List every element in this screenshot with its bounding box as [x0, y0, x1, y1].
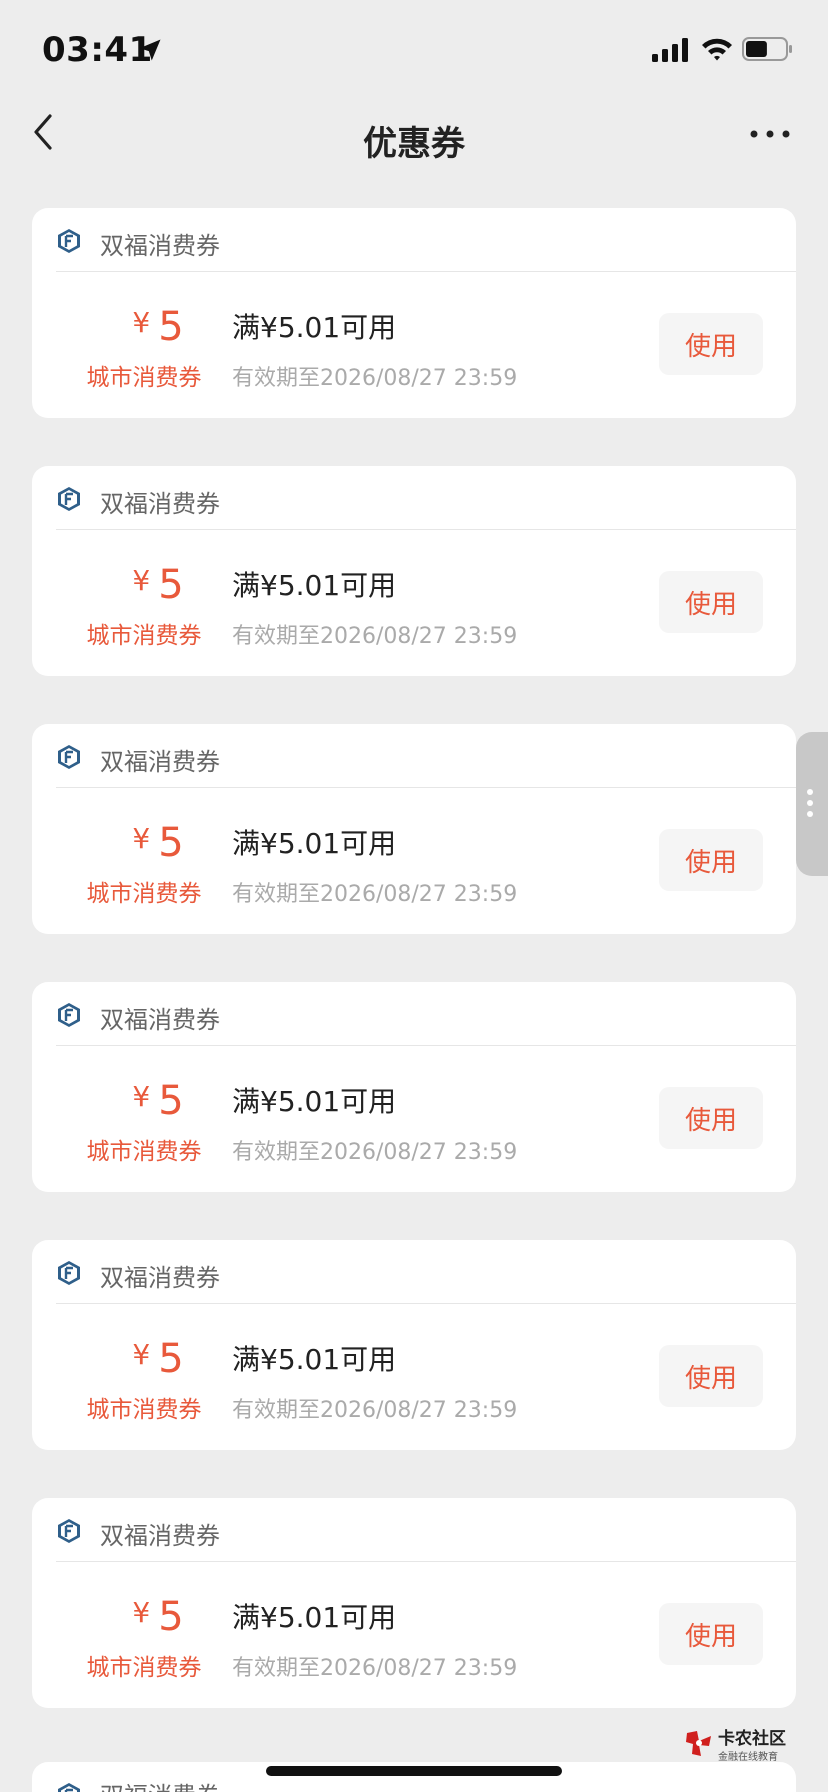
currency-symbol: ¥ — [132, 1596, 151, 1629]
coupon-condition: 满¥5.01可用 — [232, 569, 397, 602]
coupon-card: 双福消费券 ¥5 城市消费券 满¥5.01可用 有效期至2026/08/27 2… — [32, 982, 796, 1192]
brand-logo-icon — [58, 745, 80, 769]
page-title: 优惠券 — [363, 124, 465, 164]
brand-name: 双福消费券 — [100, 1522, 220, 1550]
home-indicator[interactable] — [266, 1766, 562, 1776]
use-coupon-button[interactable]: 使用 — [659, 1345, 763, 1407]
watermark-subtitle: 金融在线教育 — [718, 1752, 778, 1763]
battery-icon — [742, 37, 792, 61]
coupon-type: 城市消费券 — [86, 1397, 202, 1423]
coupon-header: 双福消费券 — [56, 208, 796, 272]
amount-value: 5 — [158, 562, 184, 608]
brand-logo-icon — [58, 1519, 80, 1543]
currency-symbol: ¥ — [132, 564, 151, 597]
cellular-signal-icon — [652, 38, 688, 62]
coupon-header: 双福消费券 — [56, 724, 796, 788]
use-coupon-button[interactable]: 使用 — [659, 1603, 763, 1665]
coupon-amount: ¥5 — [98, 820, 218, 866]
wifi-icon — [702, 38, 732, 61]
amount-value: 5 — [158, 1078, 184, 1124]
brand-logo-icon — [58, 229, 80, 253]
coupon-type: 城市消费券 — [86, 1655, 202, 1681]
currency-symbol: ¥ — [132, 1080, 151, 1113]
coupon-card: 双福消费券 ¥5 城市消费券 满¥5.01可用 有效期至2026/08/27 2… — [32, 1240, 796, 1450]
use-coupon-button[interactable]: 使用 — [659, 571, 763, 633]
coupon-type: 城市消费券 — [86, 365, 202, 391]
brand-logo-icon — [58, 1261, 80, 1285]
coupon-type: 城市消费券 — [86, 1139, 202, 1165]
amount-value: 5 — [158, 304, 184, 350]
currency-symbol: ¥ — [132, 822, 151, 855]
coupon-amount: ¥5 — [98, 562, 218, 608]
use-coupon-button[interactable]: 使用 — [659, 829, 763, 891]
coupon-header: 双福消费券 — [56, 982, 796, 1046]
coupon-header: 双福消费券 — [56, 1498, 796, 1562]
coupon-type: 城市消费券 — [86, 623, 202, 649]
brand-logo-icon — [58, 1783, 80, 1792]
coupon-expiry: 有效期至2026/08/27 23:59 — [232, 1140, 518, 1165]
brand-logo-icon — [58, 487, 80, 511]
watermark: 卡农社区 金融在线教育 — [684, 1724, 796, 1768]
amount-value: 5 — [158, 1336, 184, 1382]
coupon-condition: 满¥5.01可用 — [232, 827, 397, 860]
coupon-amount: ¥5 — [98, 1594, 218, 1640]
currency-symbol: ¥ — [132, 1338, 151, 1371]
coupon-card: 双福消费券 ¥5 城市消费券 满¥5.01可用 有效期至2026/08/27 2… — [32, 724, 796, 934]
amount-value: 5 — [158, 1594, 184, 1640]
coupon-condition: 满¥5.01可用 — [232, 1085, 397, 1118]
brand-name: 双福消费券 — [100, 232, 220, 260]
coupon-expiry: 有效期至2026/08/27 23:59 — [232, 1656, 518, 1681]
coupon-expiry: 有效期至2026/08/27 23:59 — [232, 1398, 518, 1423]
coupon-header: 双福消费券 — [56, 466, 796, 530]
amount-value: 5 — [158, 820, 184, 866]
coupon-expiry: 有效期至2026/08/27 23:59 — [232, 624, 518, 649]
brand-name: 双福消费券 — [100, 748, 220, 776]
coupon-condition: 满¥5.01可用 — [232, 311, 397, 344]
coupon-amount: ¥5 — [98, 1078, 218, 1124]
coupon-list: 双福消费券 ¥5 城市消费券 满¥5.01可用 有效期至2026/08/27 2… — [32, 208, 796, 1756]
coupon-amount: ¥5 — [98, 1336, 218, 1382]
coupon-screen: 03:41 优惠券 双福消费券 ¥ 5 城市消费券 满¥5.01可用 有效期至2… — [0, 0, 828, 1792]
brand-logo-icon — [58, 1003, 80, 1027]
status-bar: 03:41 — [0, 0, 828, 100]
kanong-logo-icon — [686, 1731, 711, 1756]
coupon-amount: ¥5 — [98, 304, 218, 350]
coupon-expiry: 有效期至2026/08/27 23:59 — [232, 366, 518, 391]
coupon-type: 城市消费券 — [86, 881, 202, 907]
use-coupon-button[interactable]: 使用 — [659, 1087, 763, 1149]
coupon-header: 双福消费券 — [56, 1240, 796, 1304]
currency-symbol: ¥ — [132, 306, 151, 339]
brand-name: 双福消费券 — [100, 1264, 220, 1292]
coupon-expiry: 有效期至2026/08/27 23:59 — [232, 882, 518, 907]
nav-bar: 优惠券 — [0, 100, 828, 180]
coupon-card: 双福消费券 ¥5 城市消费券 满¥5.01可用 有效期至2026/08/27 2… — [32, 208, 796, 418]
brand-name: 双福消费券 — [100, 1006, 220, 1034]
brand-name: 双福消费券 — [100, 490, 220, 518]
brand-name: 双福消费券 — [100, 1776, 220, 1792]
vertical-dots-icon — [807, 789, 813, 817]
floating-side-handle[interactable] — [796, 732, 828, 876]
watermark-title: 卡农社区 — [718, 1729, 786, 1749]
location-arrow-icon — [139, 39, 161, 61]
coupon-condition: 满¥5.01可用 — [232, 1601, 397, 1634]
coupon-condition: 满¥5.01可用 — [232, 1343, 397, 1376]
more-button[interactable] — [748, 122, 796, 146]
coupon-card: 双福消费券 ¥5 城市消费券 满¥5.01可用 有效期至2026/08/27 2… — [32, 466, 796, 676]
use-coupon-button[interactable]: 使用 — [659, 313, 763, 375]
coupon-card: 双福消费券 ¥5 城市消费券 满¥5.01可用 有效期至2026/08/27 2… — [32, 1498, 796, 1708]
